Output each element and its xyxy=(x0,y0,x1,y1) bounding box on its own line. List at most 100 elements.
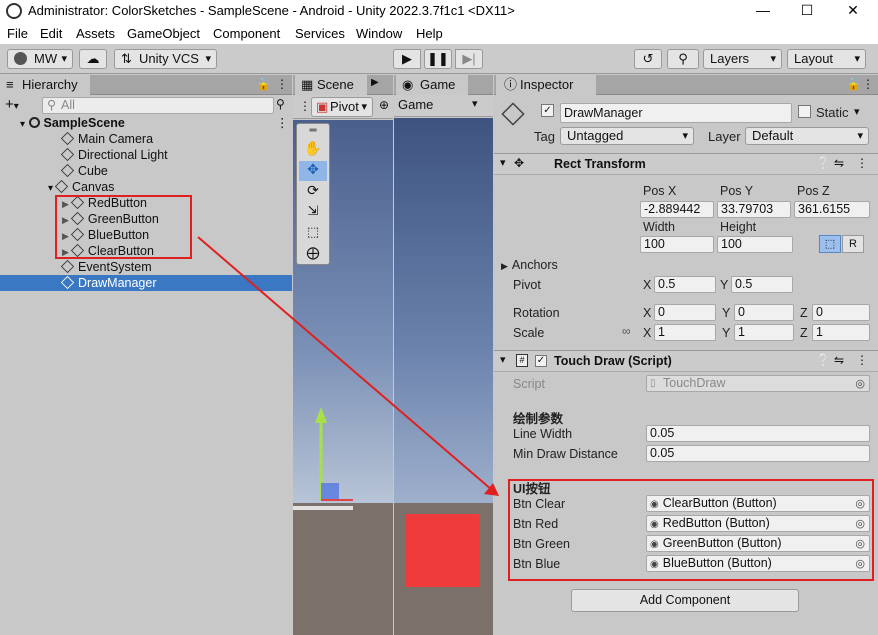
scale-x-field[interactable]: 1 xyxy=(654,324,716,341)
chevron-down-icon[interactable]: ▾ xyxy=(500,156,506,169)
rect-tool-icon[interactable]: ⬚ xyxy=(299,224,327,244)
chevron-down-icon[interactable]: ▾ xyxy=(500,353,506,366)
rot-z-field[interactable]: 0 xyxy=(812,304,870,321)
more-icon[interactable]: ⋮ xyxy=(856,156,868,170)
minimize-button[interactable]: — xyxy=(740,0,786,22)
hand-tool-icon[interactable]: ✋ xyxy=(299,140,327,160)
rot-x-value: 0 xyxy=(658,305,665,319)
menu-gameobject[interactable]: GameObject xyxy=(127,26,200,41)
pivot-y-field[interactable]: 0.5 xyxy=(731,276,793,293)
settings-icon[interactable]: ⇋ xyxy=(834,353,844,367)
scene-row[interactable]: ▾ SampleScene ⋮ xyxy=(20,115,292,131)
blueprint-icon: ⬚ xyxy=(824,238,836,250)
min-dist-field[interactable]: 0.05 xyxy=(646,445,870,462)
tab-hierarchy[interactable]: ≡ Hierarchy xyxy=(0,75,90,95)
move-gizmo[interactable] xyxy=(293,395,393,515)
more-icon[interactable]: ⋮ xyxy=(276,77,288,91)
history-button[interactable]: ↺ xyxy=(634,49,662,69)
pause-button[interactable]: ❚❚ xyxy=(424,49,452,69)
gameobject-large-icon[interactable] xyxy=(501,102,525,126)
rect-transform-header[interactable]: ▾ ✥ Rect Transform ❔ ⇋ ⋮ xyxy=(494,153,878,175)
tab-scene[interactable]: ▦ Scene xyxy=(295,75,367,95)
chevron-down-icon[interactable]: ▾ xyxy=(854,105,860,118)
scale-y-field[interactable]: 1 xyxy=(734,324,794,341)
tab-scroll-icon[interactable]: ▶ xyxy=(371,77,379,88)
scale-y-label: Y xyxy=(722,326,731,340)
scale-tool-icon[interactable]: ⇲ xyxy=(299,203,327,223)
step-button[interactable]: ▶| xyxy=(455,49,483,69)
blueprint-mode-button[interactable]: ⬚ xyxy=(819,235,841,253)
min-dist-label: Min Draw Distance xyxy=(513,447,618,461)
tag-dropdown[interactable]: Untagged xyxy=(560,127,694,145)
help-icon[interactable]: ❔ xyxy=(816,156,831,170)
gizmo-y-arrow[interactable] xyxy=(315,407,327,423)
menu-help[interactable]: Help xyxy=(416,26,443,41)
account-dropdown[interactable]: MW xyxy=(7,49,73,69)
tab-inspector[interactable]: ⓘ Inspector xyxy=(496,75,596,95)
menu-services[interactable]: Services xyxy=(295,26,345,41)
menu-window[interactable]: Window xyxy=(356,26,402,41)
posz-field[interactable]: 361.6155 xyxy=(794,201,870,218)
tools-drag-icon[interactable]: ═ xyxy=(299,125,327,139)
more-icon[interactable]: ⋮ xyxy=(862,77,874,91)
more-icon[interactable]: ⋮ xyxy=(856,353,868,367)
static-checkbox[interactable] xyxy=(798,105,811,118)
rotate-tool-icon[interactable]: ⟳ xyxy=(299,182,327,202)
pivot-x-field[interactable]: 0.5 xyxy=(654,276,716,293)
hierarchy-item-cube[interactable]: Cube xyxy=(60,163,108,179)
scale-z-field[interactable]: 1 xyxy=(812,324,870,341)
transform-tool-icon[interactable]: ⨁ xyxy=(299,245,327,265)
scene-more-icon[interactable]: ⋮ xyxy=(276,115,289,131)
play-button[interactable]: ▶ xyxy=(393,49,421,69)
cloud-button[interactable]: ☁ xyxy=(79,49,107,69)
hierarchy-item-directional-light[interactable]: Directional Light xyxy=(60,147,168,163)
rot-x-field[interactable]: 0 xyxy=(654,304,716,321)
touch-draw-header[interactable]: ▾ # ✓ Touch Draw (Script) ❔ ⇋ ⋮ xyxy=(494,350,878,372)
rot-y-field[interactable]: 0 xyxy=(734,304,794,321)
add-object-button[interactable]: +▾ xyxy=(5,96,19,113)
hierarchy-item-canvas[interactable]: ▾ Canvas xyxy=(48,179,114,195)
global-icon[interactable]: ⊕ xyxy=(379,98,389,112)
width-field[interactable]: 100 xyxy=(640,236,714,253)
raw-edit-button[interactable]: R xyxy=(842,235,864,253)
vcs-dropdown[interactable]: ⇅ Unity VCS xyxy=(114,49,217,69)
move-tool-icon[interactable]: ✥ xyxy=(299,161,327,181)
lock-icon[interactable]: 🔒 xyxy=(846,77,861,91)
enabled-checkbox[interactable]: ✓ xyxy=(535,355,547,367)
display-dropdown[interactable]: Game xyxy=(398,97,433,112)
help-icon[interactable]: ❔ xyxy=(816,353,831,367)
object-name-field[interactable]: DrawManager xyxy=(560,103,792,123)
maximize-button[interactable]: ☐ xyxy=(784,0,830,22)
menu-edit[interactable]: Edit xyxy=(40,26,62,41)
link-icon[interactable]: ∞ xyxy=(622,324,631,338)
line-width-field[interactable]: 0.05 xyxy=(646,425,870,442)
pivot-dropdown[interactable]: ▣ Pivot xyxy=(311,97,373,117)
menu-component[interactable]: Component xyxy=(213,26,280,41)
lock-icon[interactable]: 🔒 xyxy=(256,77,271,91)
layout-dropdown[interactable]: Layout xyxy=(787,49,866,69)
tab-game[interactable]: ◉ Game xyxy=(396,75,468,95)
expand-arrow-icon[interactable]: ▶ xyxy=(501,261,508,271)
hierarchy-item-eventsystem[interactable]: EventSystem xyxy=(60,259,152,275)
chevron-down-icon[interactable]: ▾ xyxy=(472,97,478,110)
drag-handle-icon[interactable]: ⋮ xyxy=(299,99,311,113)
posx-field[interactable]: -2.889442 xyxy=(640,201,714,218)
hierarchy-item-main-camera[interactable]: Main Camera xyxy=(60,131,153,147)
search-by-type-icon[interactable]: ⚲ xyxy=(276,97,285,111)
layer-dropdown[interactable]: Default xyxy=(745,127,869,145)
hierarchy-item-drawmanager[interactable]: DrawManager xyxy=(0,275,292,291)
posy-field[interactable]: 33.79703 xyxy=(717,201,791,218)
menu-file[interactable]: File xyxy=(7,26,28,41)
active-checkbox[interactable]: ✓ xyxy=(541,104,554,117)
anchors-row[interactable]: ▶ Anchors xyxy=(501,258,558,272)
gizmo-plane-handle[interactable] xyxy=(321,483,339,500)
menu-assets[interactable]: Assets xyxy=(76,26,115,41)
height-field[interactable]: 100 xyxy=(717,236,793,253)
search-button[interactable]: ⚲ xyxy=(667,49,699,69)
expand-arrow-icon[interactable]: ▾ xyxy=(48,183,53,194)
layers-dropdown[interactable]: Layers xyxy=(703,49,782,69)
add-component-button[interactable]: Add Component xyxy=(571,589,799,612)
settings-icon[interactable]: ⇋ xyxy=(834,156,844,170)
hierarchy-search-input[interactable]: ⚲ All xyxy=(42,97,274,114)
close-button[interactable]: ✕ xyxy=(830,0,876,22)
